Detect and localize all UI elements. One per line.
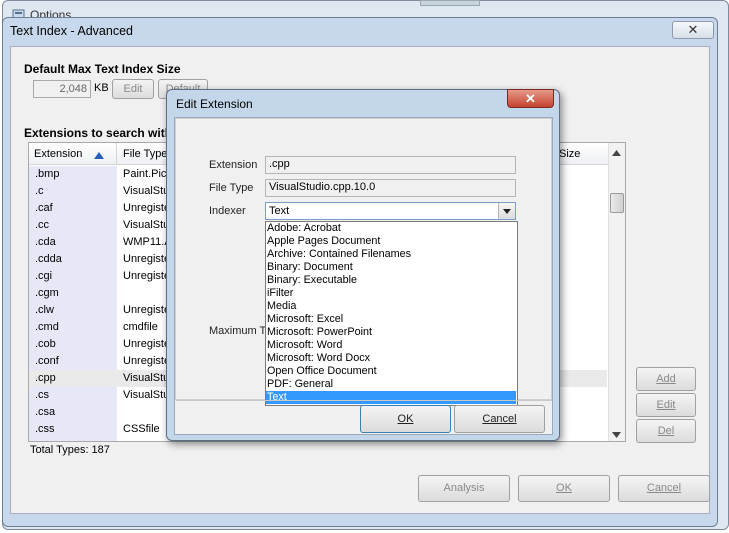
row-extension[interactable]: .cmd: [35, 321, 59, 333]
row-extension[interactable]: .clw: [35, 304, 54, 316]
text-index-close-button[interactable]: ✕: [672, 21, 714, 39]
list-vertical-scrollbar[interactable]: [608, 143, 625, 441]
dialog-separator: [176, 400, 552, 401]
indexer-option[interactable]: Open Office Document: [266, 365, 516, 378]
maximum-text-label: Maximum Te: [209, 325, 272, 337]
row-extension[interactable]: .cob: [35, 338, 56, 350]
row-file-type[interactable]: Unregiste: [123, 304, 170, 316]
indexer-option[interactable]: PDF: General: [266, 378, 516, 391]
indexer-option[interactable]: Text: [266, 391, 516, 404]
total-types-label: Total Types: 187: [30, 444, 110, 456]
row-file-type[interactable]: Paint.Pict: [123, 168, 169, 180]
row-extension[interactable]: .conf: [35, 355, 59, 367]
edit-extension-cancel-button[interactable]: Cancel: [454, 405, 545, 433]
ok-button[interactable]: OK: [518, 475, 610, 502]
indexer-option[interactable]: Binary: Document: [266, 261, 516, 274]
extension-field: .cpp: [265, 156, 516, 174]
row-extension[interactable]: .css: [35, 423, 55, 435]
delete-extension-button[interactable]: Del: [636, 419, 696, 443]
edit-extension-title: Edit Extension: [176, 97, 253, 111]
sort-ascending-icon: [94, 150, 104, 162]
file-type-field: VisualStudio.cpp.10.0: [265, 179, 516, 197]
row-file-type[interactable]: WMP11.A: [123, 236, 172, 248]
indexer-option[interactable]: Microsoft: PowerPoint: [266, 326, 516, 339]
row-file-type[interactable]: Unregiste: [123, 270, 170, 282]
row-file-type[interactable]: VisualStu: [123, 185, 169, 197]
edit-extension-close-button[interactable]: ✕: [507, 89, 554, 108]
file-type-label: File Type: [209, 182, 254, 194]
row-file-type[interactable]: CSSfile: [123, 423, 160, 435]
edit-size-button[interactable]: Edit: [112, 79, 154, 99]
indexer-option[interactable]: Microsoft: Word Docx: [266, 352, 516, 365]
row-file-type[interactable]: Unregiste: [123, 338, 170, 350]
row-extension[interactable]: .cs: [35, 389, 49, 401]
row-extension[interactable]: .cpp: [35, 372, 56, 384]
edit-extension-ok-button[interactable]: OK: [360, 405, 451, 433]
row-file-type[interactable]: cmdfile: [123, 321, 158, 333]
row-extension[interactable]: .cgm: [35, 287, 59, 299]
row-file-type[interactable]: Unregiste: [123, 355, 170, 367]
extensions-heading: Extensions to search with: [24, 126, 173, 140]
indexer-option[interactable]: Adobe: Acrobat: [266, 222, 516, 235]
max-size-field[interactable]: 2,048: [33, 80, 91, 98]
indexer-option[interactable]: Media: [266, 300, 516, 313]
row-extension[interactable]: .cc: [35, 219, 49, 231]
row-extension[interactable]: .csa: [35, 406, 55, 418]
row-extension[interactable]: .cdda: [35, 253, 62, 265]
indexer-option[interactable]: Microsoft: Word: [266, 339, 516, 352]
extension-label: Extension: [209, 159, 258, 171]
row-extension[interactable]: .caf: [35, 202, 53, 214]
chevron-down-icon[interactable]: [498, 203, 515, 219]
indexer-option[interactable]: Binary: Executable: [266, 274, 516, 287]
max-size-unit: KB: [94, 82, 109, 94]
column-header-size[interactable]: Size: [559, 148, 580, 160]
column-divider: [116, 143, 117, 165]
indexer-option[interactable]: Microsoft: Excel: [266, 313, 516, 326]
row-file-type[interactable]: VisualStu: [123, 219, 169, 231]
indexer-option[interactable]: iFilter: [266, 287, 516, 300]
row-extension[interactable]: .bmp: [35, 168, 59, 180]
edit-extension-button[interactable]: Edit: [636, 393, 696, 417]
row-file-type[interactable]: VisualStu: [123, 389, 169, 401]
scroll-up-icon[interactable]: [612, 147, 621, 159]
row-extension[interactable]: .c: [35, 185, 44, 197]
column-header-extension[interactable]: Extension: [34, 148, 82, 160]
row-extension[interactable]: .cda: [35, 236, 56, 248]
add-extension-button[interactable]: Add: [636, 367, 696, 391]
indexer-combobox[interactable]: Text: [265, 202, 516, 220]
scroll-down-icon[interactable]: [612, 429, 621, 441]
text-index-title: Text Index - Advanced: [10, 24, 133, 38]
row-file-type[interactable]: Unregiste: [123, 253, 170, 265]
row-extension[interactable]: .cgi: [35, 270, 52, 282]
analysis-button[interactable]: Analysis: [418, 475, 510, 502]
indexer-label: Indexer: [209, 205, 246, 217]
row-file-type[interactable]: VisualStu: [123, 372, 169, 384]
indexer-option[interactable]: Apple Pages Document: [266, 235, 516, 248]
row-file-type[interactable]: Unregiste: [123, 202, 170, 214]
column-header-file-type[interactable]: File Type: [123, 148, 167, 160]
indexer-option[interactable]: Archive: Contained Filenames: [266, 248, 516, 261]
cancel-button[interactable]: Cancel: [618, 475, 710, 502]
max-size-heading: Default Max Text Index Size: [24, 62, 181, 76]
scrollbar-thumb[interactable]: [610, 193, 624, 213]
options-toolbar-fragment: [420, 0, 480, 6]
